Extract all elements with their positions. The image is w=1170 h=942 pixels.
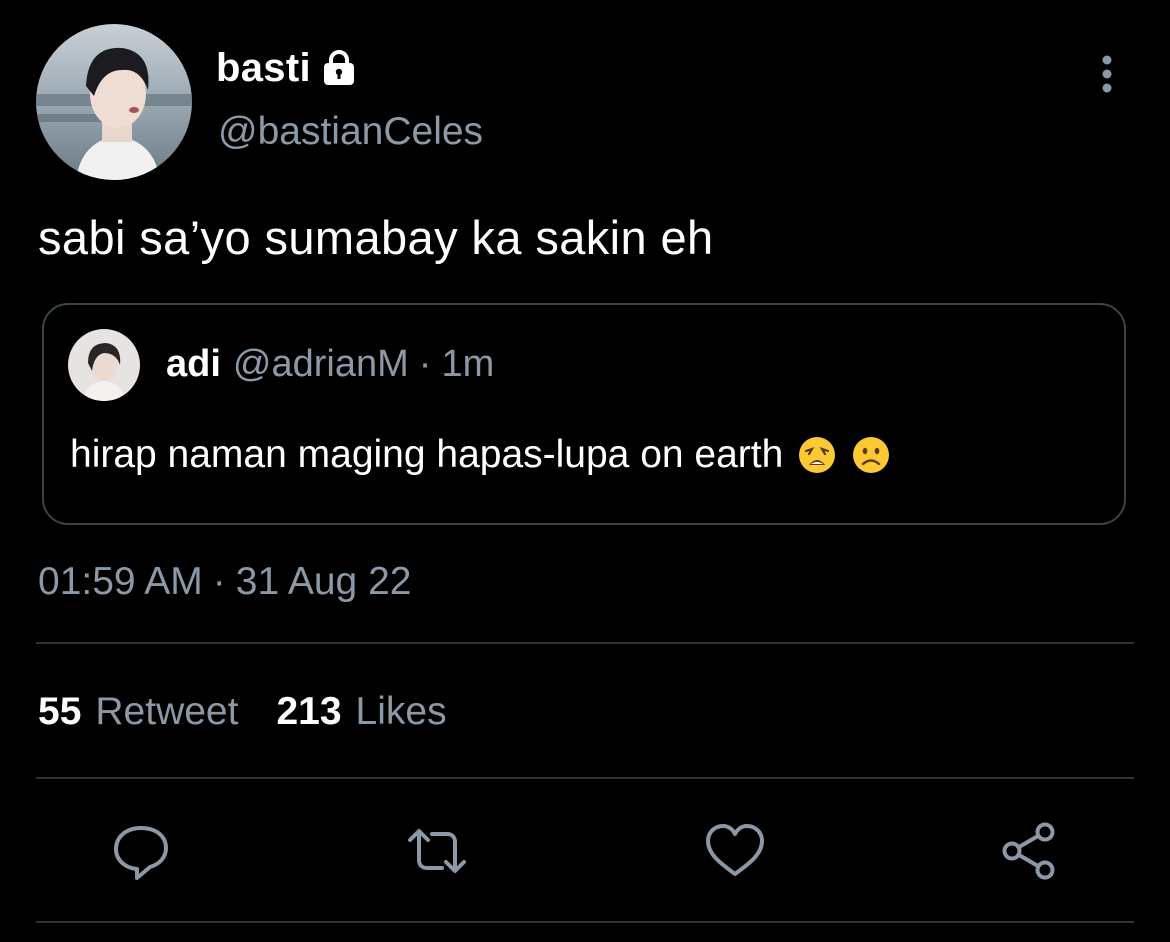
quoted-tweet-header: adi @adrianM · 1m bbox=[166, 343, 494, 386]
quoted-author-name[interactable]: adi bbox=[166, 343, 221, 386]
tweet-text: sabi sa’yo sumabay ka sakin eh bbox=[38, 211, 714, 264]
like-icon bbox=[706, 824, 764, 876]
tweet-date: 31 Aug 22 bbox=[235, 560, 412, 603]
tweet-time: 01:59 AM bbox=[38, 560, 203, 603]
retweets-label[interactable]: Retweet bbox=[95, 690, 238, 734]
quoted-separator: · bbox=[418, 343, 432, 385]
more-options-icon[interactable] bbox=[1090, 54, 1124, 98]
share-button[interactable] bbox=[998, 818, 1064, 884]
divider bbox=[36, 642, 1134, 644]
author-handle[interactable]: @bastianCeles bbox=[218, 110, 483, 154]
like-button[interactable] bbox=[702, 818, 768, 884]
author-name-row[interactable]: basti bbox=[216, 44, 359, 92]
retweet-button[interactable] bbox=[404, 818, 470, 884]
author-avatar[interactable] bbox=[36, 24, 192, 180]
divider bbox=[36, 777, 1134, 779]
quoted-tweet-card[interactable]: adi @adrianM · 1m hirap naman maging hap… bbox=[42, 303, 1126, 525]
engagement-stats: 55 Retweet 213 Likes bbox=[38, 690, 447, 734]
retweet-icon bbox=[408, 829, 466, 873]
frowning-face-icon bbox=[851, 435, 891, 475]
divider bbox=[36, 921, 1134, 923]
retweets-count[interactable]: 55 bbox=[38, 690, 81, 734]
quoted-author-avatar[interactable] bbox=[68, 329, 140, 401]
likes-count[interactable]: 213 bbox=[276, 690, 341, 734]
quoted-tweet-text-row: hirap naman maging hapas-lupa on earth bbox=[70, 433, 891, 477]
quoted-author-handle[interactable]: @adrianM bbox=[233, 343, 409, 386]
weary-face-icon bbox=[797, 435, 837, 475]
lock-icon bbox=[319, 48, 359, 88]
quoted-tweet-text: hirap naman maging hapas-lupa on earth bbox=[70, 433, 784, 476]
likes-label[interactable]: Likes bbox=[356, 690, 447, 734]
timestamp-separator: · bbox=[212, 560, 226, 603]
reply-button[interactable] bbox=[108, 818, 174, 884]
tweet-detail: basti @bastianCeles sabi sa’yo sumabay k… bbox=[0, 0, 1170, 942]
quoted-timestamp: 1m bbox=[441, 343, 495, 385]
author-display-name[interactable]: basti bbox=[216, 46, 311, 91]
reply-icon bbox=[114, 826, 168, 880]
share-icon bbox=[1002, 822, 1055, 880]
tweet-timestamp[interactable]: 01:59 AM · 31 Aug 22 bbox=[38, 560, 411, 604]
